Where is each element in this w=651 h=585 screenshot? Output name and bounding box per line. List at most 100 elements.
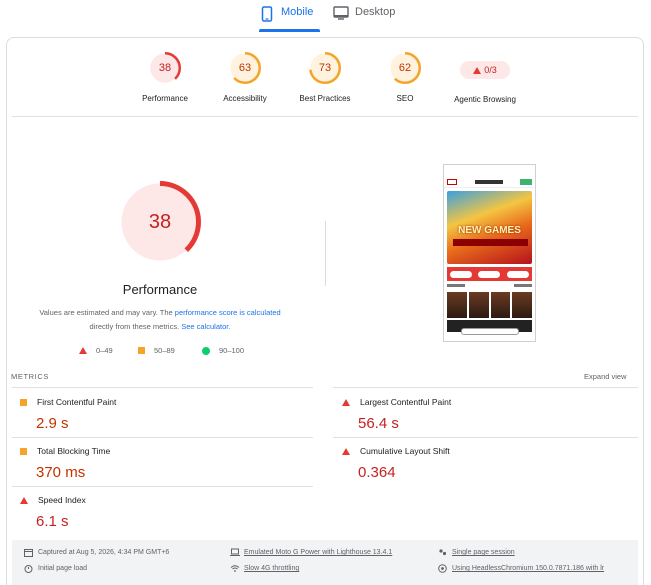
section-divider	[12, 116, 638, 117]
thumb-button	[460, 328, 519, 335]
metric-name: Speed Index	[38, 495, 86, 505]
gauge: 63	[229, 52, 261, 84]
score-label: Accessibility	[223, 94, 267, 103]
score-label: SEO	[396, 94, 414, 103]
captured-info: Captured at Aug 5, 2026, 4:34 PM GMT+6	[24, 548, 169, 557]
device-info[interactable]: Emulated Moto G Power with Lighthouse 13…	[230, 548, 392, 557]
gauge: 62	[389, 52, 421, 84]
thumb-game-grid	[447, 292, 532, 318]
score-seo[interactable]: 62 SEO	[360, 52, 450, 103]
score-accessibility[interactable]: 63 Accessibility	[200, 52, 290, 103]
performance-gauge: 38	[119, 181, 201, 263]
laptop-icon	[230, 548, 240, 557]
orange-square-icon	[138, 347, 145, 354]
session-info[interactable]: Single page session	[438, 548, 515, 557]
red-triangle-icon	[20, 496, 28, 504]
performance-title: Performance	[122, 282, 198, 297]
session-text: Single page session	[452, 549, 515, 556]
fail-triangle-icon	[473, 66, 482, 74]
metric-cls: Cumulative Layout Shift 0.364	[342, 446, 622, 481]
metrics-heading: METRICS	[11, 372, 49, 381]
captured-text: Captured at Aug 5, 2026, 4:34 PM GMT+6	[38, 549, 170, 556]
phone-icon	[261, 6, 275, 22]
agentic-label: Agentic Browsing	[454, 95, 516, 104]
legend-good: 90–100	[202, 346, 244, 355]
device-text: Emulated Moto G Power with Lighthouse 13…	[244, 549, 393, 556]
thumb-hero-text: NEW GAMES	[458, 225, 521, 236]
legend-poor-label: 0–49	[96, 346, 113, 355]
calendar-icon	[24, 548, 33, 557]
legend-average-label: 50–89	[154, 346, 175, 355]
metric-value: 56.4 s	[358, 415, 399, 432]
load-text: Initial page load	[38, 565, 88, 572]
thumb-action-bar	[447, 267, 532, 281]
metric-lcp: Largest Contentful Paint 56.4 s	[342, 397, 622, 432]
orange-square-icon	[20, 447, 27, 455]
agentic-value: 0/3	[484, 65, 497, 75]
metric-divider	[333, 387, 638, 388]
score-label: Best Practices	[299, 94, 351, 103]
thumb-hero-banner: NEW GAMES	[447, 191, 532, 264]
red-triangle-icon	[342, 398, 350, 406]
performance-score: 38	[148, 211, 172, 233]
metric-value: 0.364	[358, 464, 396, 481]
thumb-topbar	[444, 165, 535, 177]
tab-desktop[interactable]: Desktop	[333, 6, 395, 32]
metric-divider	[12, 437, 313, 438]
score-label: Performance	[142, 94, 188, 103]
throttling-text: Slow 4G throttling	[244, 565, 300, 572]
throttling-info[interactable]: Slow 4G throttling	[230, 564, 299, 573]
score-value: 73	[318, 62, 332, 74]
score-value: 38	[158, 62, 172, 74]
metric-speed-index: Speed Index 6.1 s	[20, 495, 300, 530]
performance-note: Values are estimated and may vary. The p…	[24, 306, 296, 334]
timer-icon	[24, 564, 33, 573]
see-calculator-link[interactable]: See calculator.	[181, 322, 230, 331]
note-text-2: directly from these metrics.	[89, 322, 182, 331]
load-info: Initial page load	[24, 564, 87, 573]
score-value: 62	[398, 62, 412, 74]
tab-mobile-label: Mobile	[281, 6, 314, 18]
active-tab-indicator	[259, 29, 320, 32]
score-performance[interactable]: 38 Performance	[120, 52, 210, 103]
gauge: 38	[149, 52, 181, 84]
green-circle-icon	[202, 346, 210, 355]
metric-divider	[333, 437, 638, 438]
metric-value: 370 ms	[36, 464, 86, 481]
metric-fcp: First Contentful Paint 2.9 s	[20, 397, 300, 432]
people-icon	[438, 548, 447, 557]
orange-square-icon	[20, 398, 27, 406]
score-best-practices[interactable]: 73 Best Practices	[280, 52, 370, 103]
metric-divider	[12, 387, 313, 388]
browser-info[interactable]: Using HeadlessChromium 150.0.7871.186 wi…	[438, 564, 604, 573]
metric-name: Largest Contentful Paint	[360, 397, 452, 407]
gauge: 73	[309, 52, 341, 84]
vertical-divider	[325, 221, 326, 286]
thumb-nav	[444, 177, 535, 188]
score-value: 63	[238, 62, 252, 74]
legend-poor: 0–49	[79, 346, 113, 355]
metric-value: 2.9 s	[36, 415, 69, 432]
legend-good-label: 90–100	[219, 346, 245, 355]
thumb-section-header	[447, 284, 532, 290]
runtime-settings: Captured at Aug 5, 2026, 4:34 PM GMT+6 E…	[12, 540, 638, 585]
metric-name: First Contentful Paint	[37, 397, 117, 407]
red-triangle-icon	[79, 347, 87, 354]
legend-average: 50–89	[138, 346, 175, 355]
browser-text: Using HeadlessChromium 150.0.7871.186 wi…	[452, 565, 605, 572]
note-text: Values are estimated and may vary. The	[39, 308, 175, 317]
metric-name: Total Blocking Time	[37, 446, 111, 456]
metric-value: 6.1 s	[36, 513, 69, 530]
agentic-badge[interactable]: 0/3	[460, 61, 510, 79]
tab-desktop-label: Desktop	[355, 6, 396, 18]
metric-name: Cumulative Layout Shift	[360, 446, 450, 456]
wifi-icon	[230, 564, 240, 573]
red-triangle-icon	[342, 447, 350, 455]
monitor-icon	[333, 6, 349, 22]
browser-icon	[438, 564, 447, 573]
device-tabs: Mobile Desktop	[0, 0, 651, 32]
score-calculated-link[interactable]: performance score is calculated	[175, 308, 281, 317]
metric-divider	[12, 486, 313, 487]
expand-view-toggle[interactable]: Expand view	[584, 372, 627, 381]
score-agentic-label-wrap: Agentic Browsing	[440, 95, 530, 104]
